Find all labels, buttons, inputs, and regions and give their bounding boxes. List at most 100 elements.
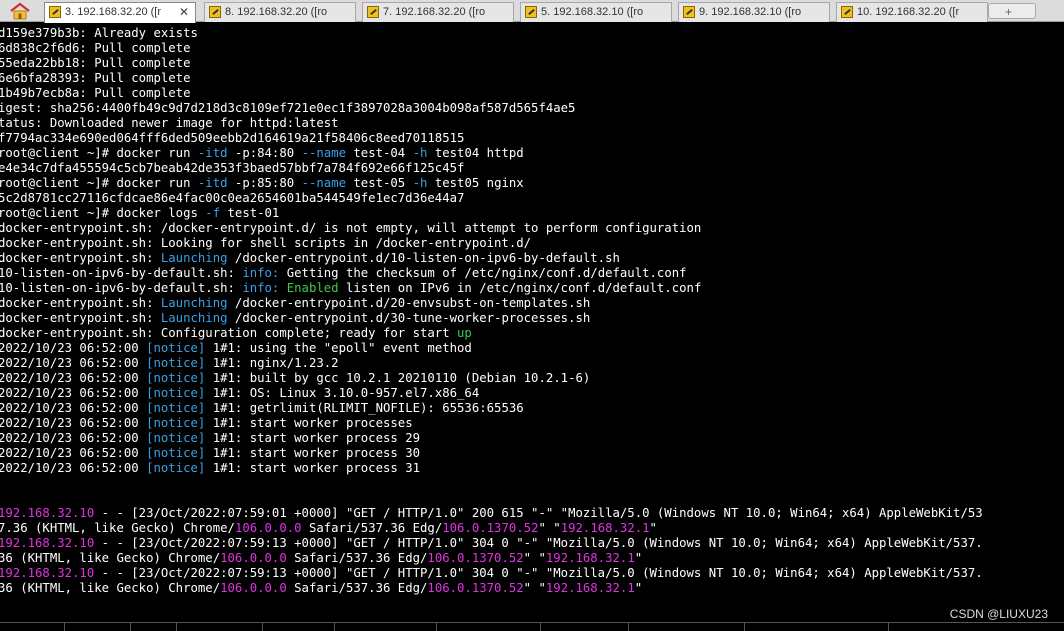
- terminal-text: tatus: Downloaded newer image for httpd:…: [0, 116, 339, 130]
- terminal-line: docker-entrypoint.sh: Launching /docker-…: [0, 311, 590, 326]
- terminal-text: 192.168.32.1: [560, 521, 650, 535]
- terminal-text: 2022/10/23 06:52:00: [0, 371, 147, 385]
- home-icon[interactable]: [8, 2, 32, 20]
- tab-bar: 3. 192.168.32.20 ([r ✕ 8. 192.168.32.20 ([…: [0, 0, 1064, 23]
- terminal-text: 1#1: OS: Linux 3.10.0-957.el7.x86_64: [205, 386, 480, 400]
- terminal-text: 2022/10/23 06:52:00: [0, 356, 147, 370]
- terminal-line: 6d838c2f6d6: Pull complete: [0, 41, 191, 56]
- terminal-text: 106.0.1370.52: [427, 581, 524, 595]
- terminal-text: 106.0.0.0: [220, 581, 287, 595]
- terminal-line: f7794ac334e690ed064fff6ded509eebb2d16461…: [0, 131, 464, 146]
- terminal-text: info:: [242, 266, 280, 280]
- terminal-text: 1#1: getrlimit(RLIMIT_NOFILE): 65536:655…: [205, 401, 524, 415]
- terminal-text: 1#1: start worker processes: [205, 416, 413, 430]
- new-tab-button[interactable]: +: [988, 3, 1036, 19]
- terminal-line: 192.168.32.10 - - [23/Oct/2022:07:59:01 …: [0, 506, 983, 521]
- terminal-session-icon: [49, 6, 61, 18]
- terminal-text: 10-listen-on-ipv6-by-default.sh:: [0, 266, 243, 280]
- terminal-text: Launching: [160, 251, 228, 265]
- terminal-line: docker-entrypoint.sh: Launching /docker-…: [0, 251, 620, 266]
- terminal-text: Safari/537.36 Edg/: [286, 581, 428, 595]
- terminal-output[interactable]: d159e379b3b: Already exists 6d838c2f6d6: …: [0, 26, 1064, 622]
- terminal-text: ": [649, 521, 657, 535]
- terminal-text: docker-entrypoint.sh:: [0, 251, 161, 265]
- terminal-text: -itd: [197, 176, 228, 190]
- terminal-text: --name: [301, 146, 346, 160]
- terminal-text: root@client ~]# docker logs: [0, 206, 206, 220]
- terminal-text: 1b49b7ecb8a: Pull complete: [0, 86, 191, 100]
- terminal-text: f7794ac334e690ed064fff6ded509eebb2d16461…: [0, 131, 465, 145]
- terminal-text: - - [23/Oct/2022:07:59:01 +0000] "GET / …: [94, 506, 983, 520]
- terminal-text: 7.36 (KHTML, like Gecko) Chrome/: [0, 521, 235, 535]
- terminal-text: listen on IPv6 in /etc/nginx/conf.d/defa…: [338, 281, 702, 295]
- terminal-line: 36 (KHTML, like Gecko) Chrome/106.0.0.0 …: [0, 551, 642, 566]
- terminal-text: d159e379b3b: Already exists: [0, 26, 198, 40]
- terminal-text: 1#1: built by gcc 10.2.1 20210110 (Debia…: [205, 371, 591, 385]
- terminal-text: [notice]: [146, 386, 206, 400]
- terminal-text: -h: [412, 146, 428, 160]
- terminal-text: Enabled: [286, 281, 339, 295]
- tab-label: 3. 192.168.32.20 ([r: [65, 6, 162, 18]
- terminal-text: Safari/537.36 Edg/: [301, 521, 443, 535]
- tab-session-5[interactable]: 9. 192.168.32.10 ([ro: [678, 2, 830, 22]
- terminal-text: 1#1: nginx/1.23.2: [205, 356, 339, 370]
- terminal-text: 106.0.1370.52: [442, 521, 539, 535]
- terminal-line: 192.168.32.10 - - [23/Oct/2022:07:59:13 …: [0, 566, 983, 581]
- terminal-text: -itd: [197, 146, 228, 160]
- terminal-text: -p:85:80: [227, 176, 302, 190]
- terminal-text: 2022/10/23 06:52:00: [0, 386, 147, 400]
- terminal-text: test-05: [345, 176, 413, 190]
- terminal-text: up: [457, 326, 472, 340]
- watermark: CSDN @LIUXU23: [949, 607, 1048, 621]
- terminal-text: 2022/10/23 06:52:00: [0, 446, 147, 460]
- terminal-text: docker-entrypoint.sh: Looking for shell …: [0, 236, 532, 250]
- terminal-text: [notice]: [146, 401, 206, 415]
- terminal-text: 2022/10/23 06:52:00: [0, 401, 147, 415]
- terminal-text: Getting the checksum of /etc/nginx/conf.…: [279, 266, 687, 280]
- terminal-text: --name: [301, 176, 346, 190]
- terminal-text: -f: [205, 206, 221, 220]
- tab-label: 9. 192.168.32.10 ([ro: [699, 6, 802, 18]
- terminal-line: docker-entrypoint.sh: /docker-entrypoint…: [0, 221, 701, 236]
- terminal-session-icon: [525, 6, 537, 18]
- terminal-text: 2022/10/23 06:52:00: [0, 416, 147, 430]
- terminal-line: root@client ~]# docker logs -f test-01: [0, 206, 279, 221]
- terminal-text: test05 nginx: [427, 176, 524, 190]
- plus-icon: +: [1005, 5, 1013, 19]
- close-icon[interactable]: ✕: [179, 5, 189, 19]
- terminal-text: info:: [242, 281, 280, 295]
- terminal-text: " ": [538, 521, 561, 535]
- terminal-text: Launching: [160, 296, 228, 310]
- terminal-text: 106.0.1370.52: [427, 551, 524, 565]
- terminal-text: test04 httpd: [427, 146, 524, 160]
- terminal-text: 10-listen-on-ipv6-by-default.sh:: [0, 281, 243, 295]
- terminal-line: 2022/10/23 06:52:00 [notice] 1#1: start …: [0, 446, 420, 461]
- terminal-text: [notice]: [146, 416, 206, 430]
- terminal-text: docker-entrypoint.sh: /docker-entrypoint…: [0, 221, 702, 235]
- terminal-session-icon: [367, 6, 379, 18]
- terminal-line: 36 (KHTML, like Gecko) Chrome/106.0.0.0 …: [0, 581, 642, 596]
- tab-label: 8. 192.168.32.20 ([ro: [225, 6, 328, 18]
- terminal-text: e4e34c7dfa455594c5cb7beab42de353f3baed57…: [0, 161, 465, 175]
- terminal-text: 1#1: start worker process 31: [205, 461, 421, 475]
- tab-label: 5. 192.168.32.10 ([ro: [541, 6, 644, 18]
- tab-session-4[interactable]: 5. 192.168.32.10 ([ro: [520, 2, 672, 22]
- terminal-text: ": [634, 551, 643, 565]
- terminal-line: docker-entrypoint.sh: Configuration comp…: [0, 326, 472, 341]
- terminal-line: 1b49b7ecb8a: Pull complete: [0, 86, 191, 101]
- tab-session-6[interactable]: 10. 192.168.32.20 ([r: [836, 2, 988, 22]
- terminal-text: 55eda22bb18: Pull complete: [0, 56, 191, 70]
- terminal-text: [notice]: [146, 431, 206, 445]
- terminal-text: 2022/10/23 06:52:00: [0, 341, 147, 355]
- tab-session-1[interactable]: 3. 192.168.32.20 ([r ✕: [44, 2, 196, 23]
- terminal-line: tatus: Downloaded newer image for httpd:…: [0, 116, 339, 131]
- terminal-line: igest: sha256:4400fb49c9d7d218d3c8109ef7…: [0, 101, 575, 116]
- tab-session-3[interactable]: 7. 192.168.32.20 ([ro: [362, 2, 514, 22]
- terminal-line: 10-listen-on-ipv6-by-default.sh: info: G…: [0, 266, 687, 281]
- tab-session-2[interactable]: 8. 192.168.32.20 ([ro: [204, 2, 356, 22]
- terminal-text: [notice]: [146, 356, 206, 370]
- terminal-text: 36 (KHTML, like Gecko) Chrome/: [0, 581, 221, 595]
- terminal-text: " ": [523, 581, 546, 595]
- terminal-line: 55eda22bb18: Pull complete: [0, 56, 191, 71]
- terminal-line: 192.168.32.10 - - [23/Oct/2022:07:59:13 …: [0, 536, 983, 551]
